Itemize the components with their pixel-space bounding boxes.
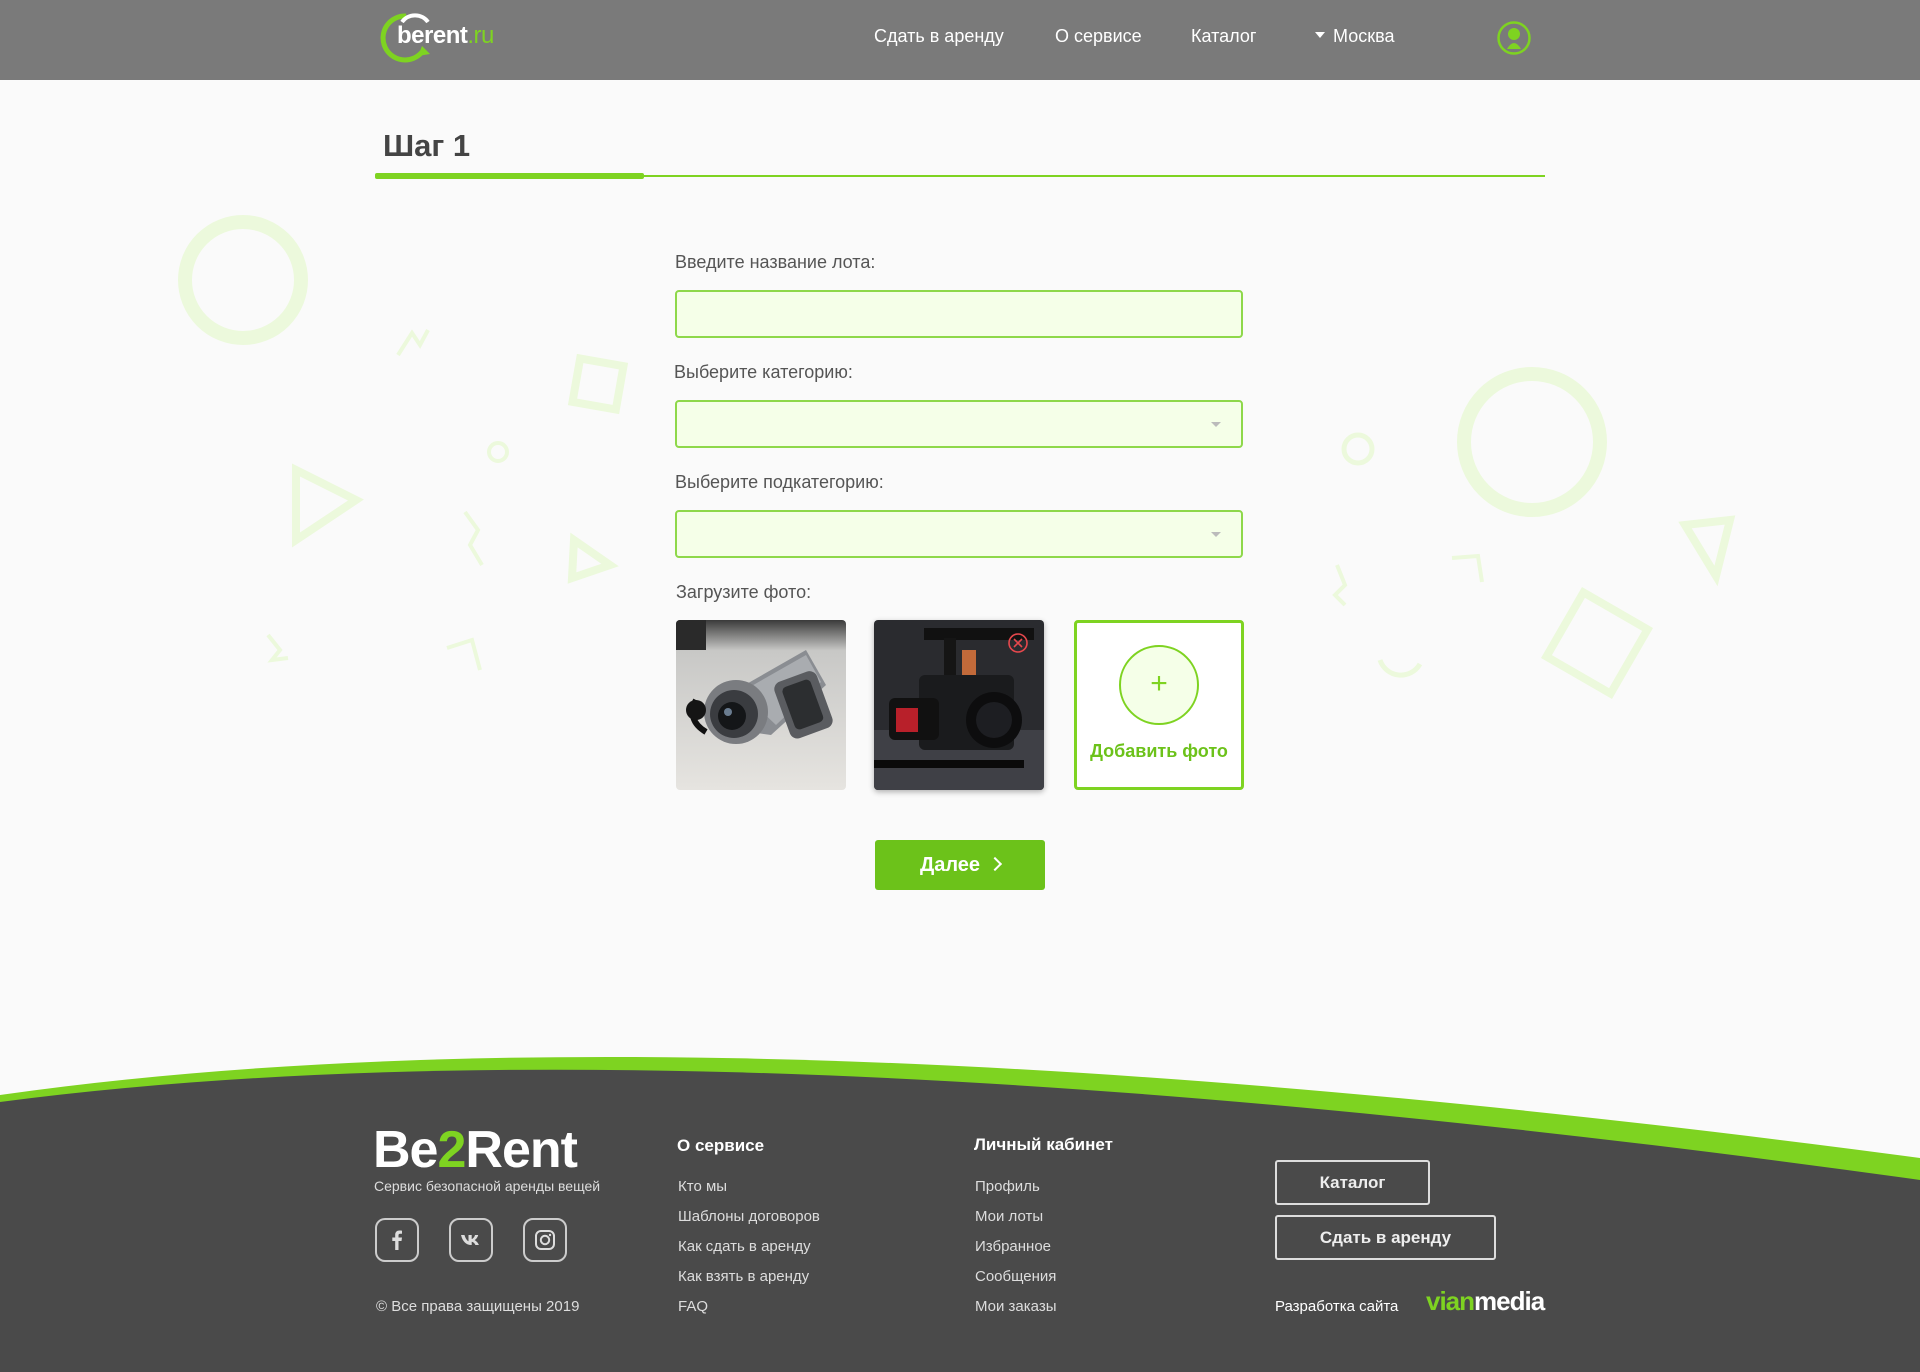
copyright: © Все права защищены 2019 — [376, 1298, 580, 1315]
developer-logo-media: media — [1474, 1286, 1545, 1316]
chevron-down-icon — [1211, 422, 1221, 427]
footer-link-how-to-rent-out[interactable]: Как сдать в аренду — [678, 1238, 811, 1255]
chevron-down-icon — [1211, 532, 1221, 537]
facebook-link[interactable] — [375, 1218, 419, 1262]
nav-about[interactable]: О сервисе — [1055, 26, 1142, 47]
vk-icon — [461, 1235, 479, 1245]
developer-label: Разработка сайта — [1275, 1298, 1399, 1315]
uploaded-photo-camcorder[interactable] — [676, 620, 846, 790]
lot-name-label: Введите название лота: — [675, 252, 876, 272]
footer-brand-be: Be — [373, 1121, 438, 1179]
footer-link-how-to-rent[interactable]: Как взять в аренду — [678, 1268, 809, 1285]
footer-link-faq[interactable]: FAQ — [678, 1298, 708, 1315]
facebook-icon — [392, 1230, 402, 1250]
footer-brand-two: 2 — [437, 1121, 466, 1179]
city-name: Москва — [1333, 26, 1395, 46]
footer-link-messages[interactable]: Сообщения — [975, 1268, 1056, 1285]
footer-rent-out-button[interactable]: Сдать в аренду — [1275, 1215, 1496, 1260]
plus-icon: + — [1150, 667, 1168, 700]
logo-be: be — [397, 22, 425, 49]
chevron-right-icon — [987, 856, 1003, 872]
photo-label: Загрузите фото: — [676, 582, 812, 602]
footer-link-who-we-are[interactable]: Кто мы — [678, 1178, 727, 1195]
category-select[interactable] — [675, 400, 1243, 448]
subcategory-label: Выберите подкатегорию: — [675, 472, 884, 492]
vk-link[interactable] — [449, 1218, 493, 1262]
developer-logo-vian: vian — [1426, 1286, 1475, 1316]
instagram-icon — [535, 1230, 555, 1250]
footer-brand-rent: Rent — [465, 1121, 578, 1179]
footer-catalog-button[interactable]: Каталог — [1275, 1160, 1430, 1205]
footer-background — [0, 1056, 1920, 1372]
nav-rent-out[interactable]: Сдать в аренду — [874, 26, 1004, 47]
camcorder-photo-image — [676, 620, 846, 790]
logo-domain: .ru — [467, 22, 494, 49]
user-icon[interactable] — [1497, 21, 1531, 55]
site-header: berent.ru Сдать в аренду О сервисе Катал… — [0, 0, 1920, 80]
instagram-link[interactable] — [523, 1218, 567, 1262]
add-photo-circle: + — [1119, 645, 1199, 725]
logo-rent: rent — [424, 22, 468, 49]
category-label: Выберите категорию: — [674, 362, 853, 382]
footer-brand: Be2Rent — [373, 1120, 578, 1180]
remove-photo-icon[interactable] — [1007, 632, 1029, 654]
add-photo-label: Добавить фото — [1090, 741, 1228, 761]
footer-link-my-lots[interactable]: Мои лоты — [975, 1208, 1043, 1225]
step-progress-fill — [375, 173, 644, 179]
next-label: Далее — [919, 854, 981, 876]
subcategory-select[interactable] — [675, 510, 1243, 558]
nav-catalog[interactable]: Каталог — [1191, 26, 1256, 47]
footer-account-heading: Личный кабинет — [974, 1135, 1113, 1154]
footer-link-profile[interactable]: Профиль — [975, 1178, 1040, 1195]
city-selector[interactable]: Москва — [1315, 26, 1394, 47]
add-photo-button[interactable]: + Добавить фото — [1074, 620, 1244, 790]
lot-name-field[interactable] — [675, 290, 1243, 338]
caret-down-icon — [1315, 32, 1325, 39]
developer-logo[interactable]: vianmedia — [1426, 1286, 1545, 1317]
footer-link-favorites[interactable]: Избранное — [975, 1238, 1051, 1255]
footer-link-my-orders[interactable]: Мои заказы — [975, 1298, 1057, 1315]
logo-text[interactable]: berent.ru — [397, 22, 494, 50]
step-title: Шаг 1 — [383, 128, 471, 163]
footer-about-heading: О сервисе — [677, 1136, 765, 1155]
footer-link-contract-templates[interactable]: Шаблоны договоров — [678, 1208, 820, 1225]
lot-name-input[interactable] — [677, 292, 1241, 336]
footer-tagline: Сервис безопасной аренды вещей — [374, 1178, 601, 1194]
next-button[interactable]: Далее — [875, 840, 1045, 890]
